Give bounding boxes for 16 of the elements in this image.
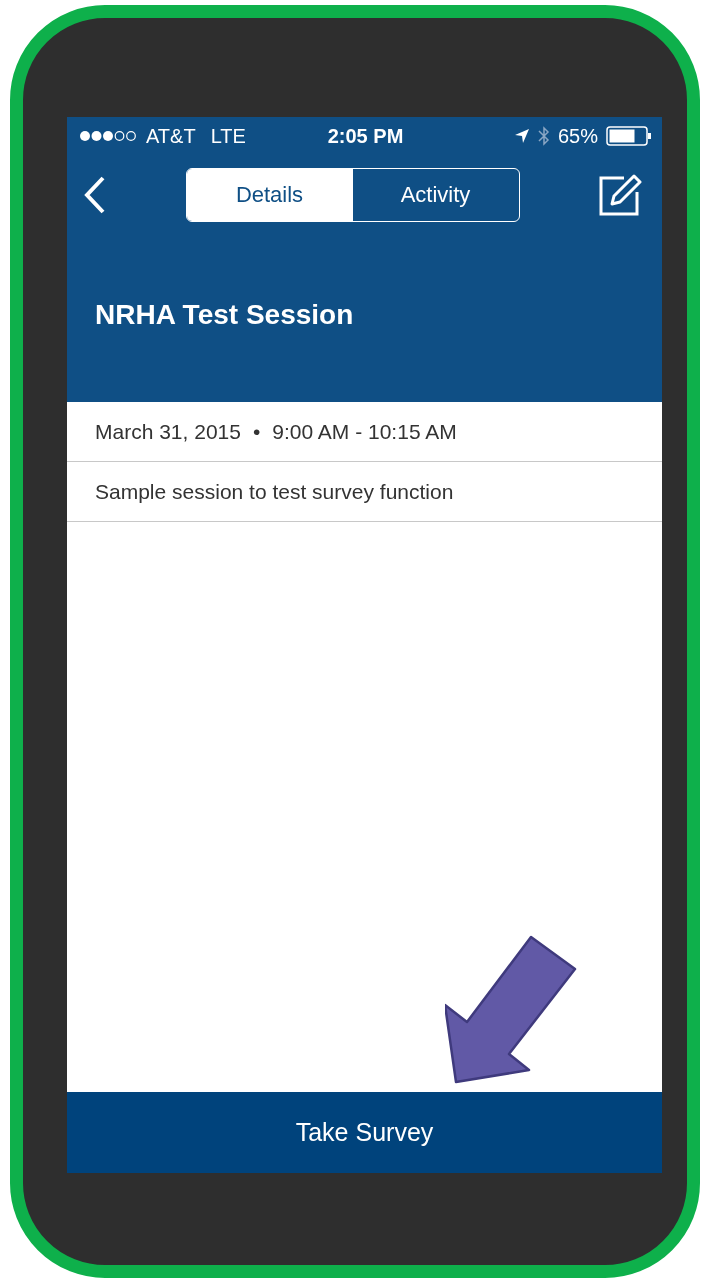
session-description: Sample session to test survey function: [95, 479, 454, 504]
clock-time: 2:05 PM: [327, 124, 404, 148]
take-survey-button[interactable]: Take Survey: [67, 1092, 662, 1173]
bluetooth-icon: [537, 125, 550, 147]
carrier-name: AT&T: [146, 124, 196, 148]
segment-tab[interactable]: Details: [186, 169, 353, 221]
edit-icon[interactable]: [598, 174, 642, 216]
network-type: LTE: [210, 124, 246, 148]
back-icon[interactable]: [83, 175, 107, 215]
location-arrow-icon: [513, 128, 530, 144]
signal-icon: [79, 130, 137, 142]
battery-icon: [606, 126, 652, 146]
segment-tab[interactable]: Activity: [352, 169, 519, 221]
battery-percent: 65%: [557, 124, 598, 148]
session-date-time: March 31, 2015 • 9:00 AM - 10:15 AM: [95, 419, 457, 444]
session-title: NRHA Test Session: [94, 298, 355, 331]
